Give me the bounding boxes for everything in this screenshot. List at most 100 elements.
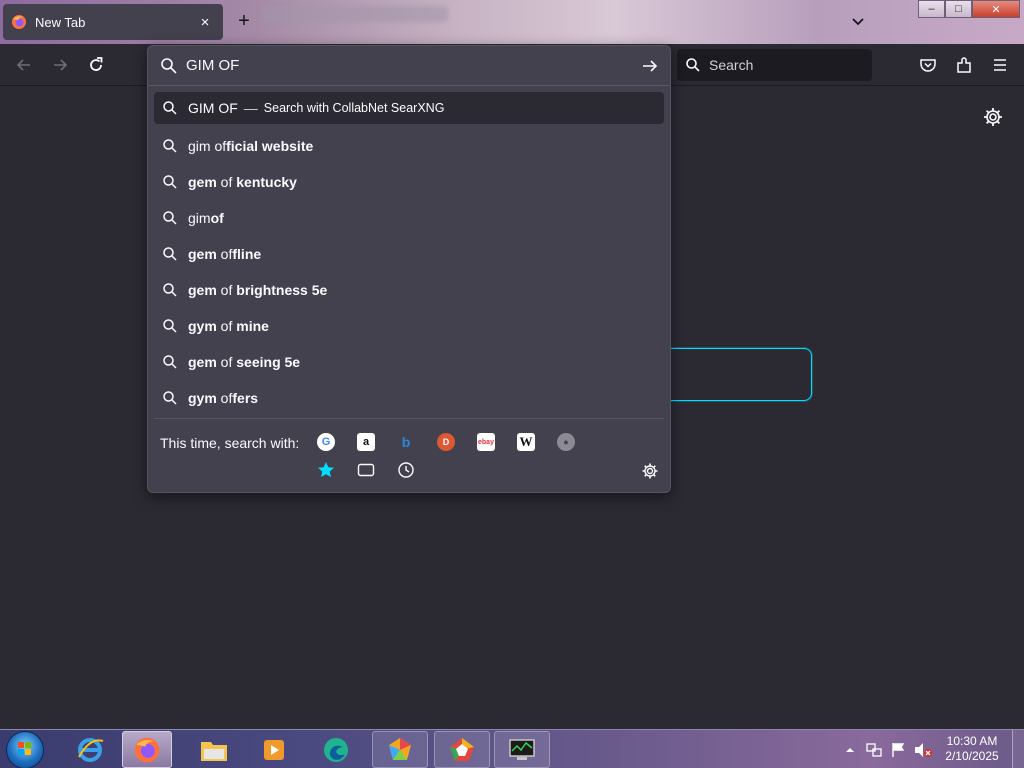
urlbar-popup: GIM OF GIM OF — Search with CollabNet Se… xyxy=(147,45,671,493)
menu-icon[interactable] xyxy=(990,55,1010,75)
suggestion-bold: mine xyxy=(236,318,269,334)
suggestion-row[interactable]: gim of xyxy=(154,200,664,236)
taskbar-ie[interactable] xyxy=(66,731,114,768)
suggestion-bold-prefix: gem xyxy=(188,246,217,262)
suggestion-plain: of xyxy=(216,174,237,190)
search-icon xyxy=(163,283,177,297)
search-icon xyxy=(163,355,177,369)
tab-new-tab[interactable]: New Tab × xyxy=(3,4,223,40)
searxng-icon[interactable]: ● xyxy=(557,433,575,451)
suggestion-plain: gim of xyxy=(188,138,227,154)
suggestion-row[interactable]: gem of brightness 5e xyxy=(154,272,664,308)
show-desktop-button[interactable] xyxy=(1012,730,1024,768)
wikipedia-icon[interactable]: W xyxy=(517,433,535,451)
amazon-icon[interactable]: a xyxy=(357,433,375,451)
blurred-area xyxy=(262,6,448,22)
duckduckgo-icon[interactable]: D xyxy=(437,433,455,451)
ebay-icon[interactable]: ebay xyxy=(477,433,495,451)
media-player-icon xyxy=(264,739,284,760)
show-hidden-icons-icon[interactable] xyxy=(842,742,858,758)
search-icon xyxy=(686,58,700,72)
result-query: GIM OF xyxy=(188,100,238,116)
tab-title: New Tab xyxy=(35,14,86,30)
taskbar-app-edge[interactable] xyxy=(312,731,360,768)
maximize-button[interactable]: □ xyxy=(945,0,972,18)
search-icon xyxy=(163,391,177,405)
search-icon xyxy=(163,211,177,225)
edge-icon xyxy=(324,737,348,762)
search-action-result[interactable]: GIM OF — Search with CollabNet SearXNG xyxy=(154,92,664,124)
back-icon[interactable] xyxy=(14,55,34,75)
suggestion-bold: ficial website xyxy=(226,138,314,154)
minimize-button[interactable]: – xyxy=(918,0,945,18)
clock-time: 10:30 AM xyxy=(946,734,998,748)
close-window-button[interactable]: ✕ xyxy=(972,0,1020,18)
firefox-icon xyxy=(12,15,26,29)
suggestion-row[interactable]: gem of kentucky xyxy=(154,164,664,200)
new-tab-button[interactable]: + xyxy=(232,10,256,34)
extensions-icon[interactable] xyxy=(954,55,974,75)
bing-icon[interactable]: b xyxy=(397,433,415,451)
suggestion-bold-prefix: gem xyxy=(188,282,217,298)
firefox-icon xyxy=(134,737,160,762)
taskbar-firefox[interactable] xyxy=(122,731,172,768)
page-search-box[interactable] xyxy=(668,348,812,401)
system-clock[interactable]: 10:30 AM 2/10/2025 xyxy=(936,734,1008,764)
start-button[interactable] xyxy=(6,731,44,768)
bookmarks-icon[interactable] xyxy=(317,461,335,479)
suggestion-plain: of xyxy=(216,390,233,406)
tab-close-button[interactable]: × xyxy=(195,14,215,31)
taskbar-app-monitor[interactable] xyxy=(494,731,550,768)
forward-icon[interactable] xyxy=(50,55,70,75)
tabs-icon[interactable] xyxy=(357,461,375,479)
google-icon[interactable]: G xyxy=(317,433,335,451)
taskbar-app-pentagon[interactable] xyxy=(434,731,490,768)
search-icon xyxy=(163,175,177,189)
taskbar-app-colorful[interactable] xyxy=(372,731,428,768)
one-off-divider xyxy=(154,418,664,419)
search-input[interactable]: Search xyxy=(677,49,872,81)
search-icon xyxy=(161,57,177,74)
urlbar-input[interactable]: GIM OF xyxy=(148,46,670,86)
search-icon xyxy=(163,139,177,153)
list-all-tabs-icon[interactable] xyxy=(848,12,868,32)
urlbar-value: GIM OF xyxy=(186,57,240,74)
search-placeholder: Search xyxy=(709,57,754,73)
system-tray xyxy=(842,730,934,768)
suggestion-row[interactable]: gym of mine xyxy=(154,308,664,344)
urlbar-results: GIM OF — Search with CollabNet SearXNG g… xyxy=(154,92,664,416)
settings-gear-icon[interactable] xyxy=(982,106,1004,128)
suggestion-bold-prefix: gem xyxy=(188,174,217,190)
search-settings-icon[interactable] xyxy=(641,462,659,480)
app-icon xyxy=(450,737,474,761)
suggestion-bold: fers xyxy=(232,390,259,406)
suggestion-plain: of xyxy=(216,282,237,298)
suggestion-row[interactable]: gim of ficial website xyxy=(154,128,664,164)
folder-icon xyxy=(201,741,227,761)
reload-icon[interactable] xyxy=(86,55,106,75)
suggestion-plain: of xyxy=(216,318,237,334)
suggestion-bold-prefix: gem xyxy=(188,354,217,370)
search-icon xyxy=(163,101,177,115)
task-manager-icon xyxy=(509,738,535,760)
taskbar-media[interactable] xyxy=(250,731,298,768)
action-center-flag-icon[interactable] xyxy=(888,740,908,760)
search-icon xyxy=(163,247,177,261)
go-arrow-icon[interactable] xyxy=(640,56,660,76)
suggestion-bold: kentucky xyxy=(236,174,297,190)
search-icon xyxy=(163,319,177,333)
volume-muted-icon[interactable] xyxy=(912,740,934,760)
history-icon[interactable] xyxy=(397,461,415,479)
windows-logo-icon xyxy=(18,742,31,755)
internet-explorer-icon xyxy=(78,737,104,762)
suggestion-plain: of xyxy=(216,246,233,262)
network-icon[interactable] xyxy=(864,740,884,760)
suggestion-bold: seeing 5e xyxy=(236,354,301,370)
one-off-label: This time, search with: xyxy=(160,435,300,451)
taskbar-explorer[interactable] xyxy=(190,731,238,768)
suggestion-row[interactable]: gym of fers xyxy=(154,380,664,416)
suggestion-row[interactable]: gem of seeing 5e xyxy=(154,344,664,380)
suggestion-row[interactable]: gem of fline xyxy=(154,236,664,272)
pocket-icon[interactable] xyxy=(918,55,938,75)
suggestion-bold: of xyxy=(210,210,224,226)
